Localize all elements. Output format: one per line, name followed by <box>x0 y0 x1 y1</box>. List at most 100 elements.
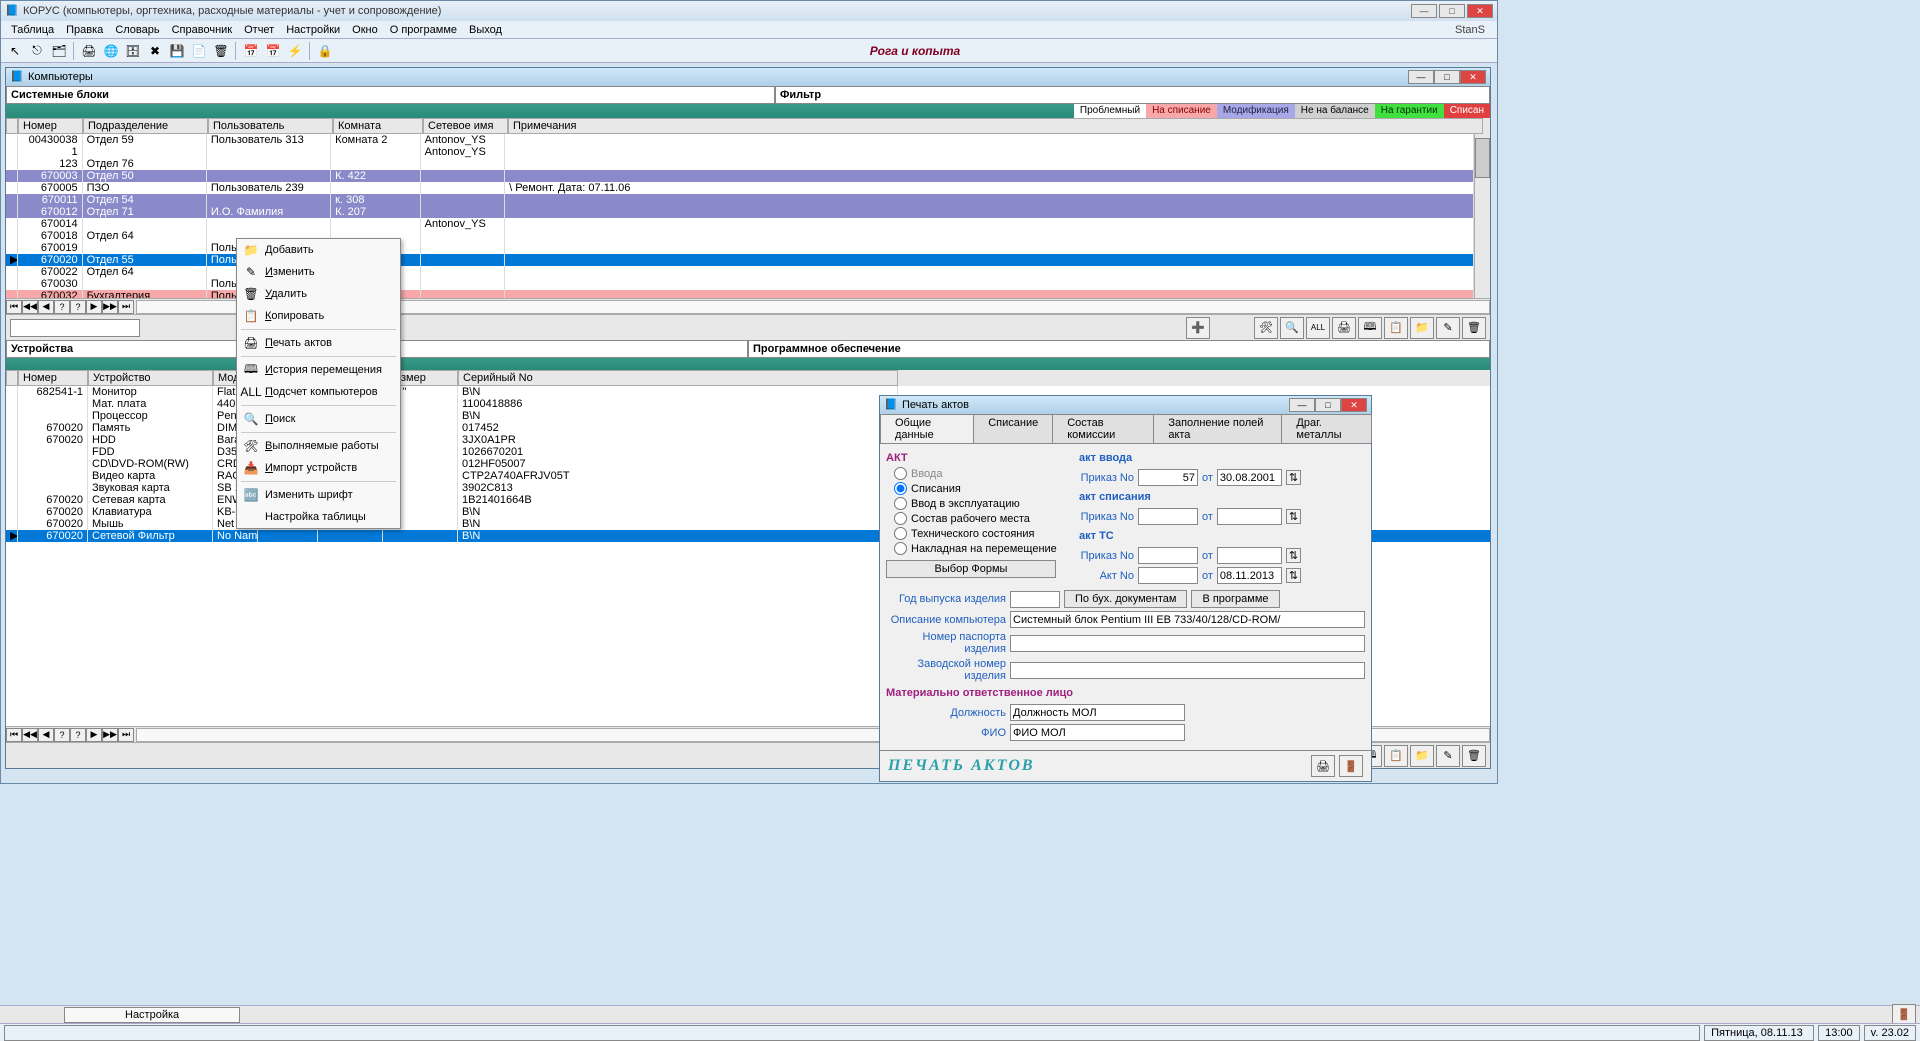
btn-delete-icon[interactable]: 🗑 <box>1462 317 1486 339</box>
dlg-exit-icon[interactable]: 🚪 <box>1339 755 1363 777</box>
ctx-Импорт устройств[interactable]: 📥Импорт устройств <box>237 457 400 479</box>
factory-input[interactable] <box>1010 662 1365 679</box>
nav2-prev[interactable]: ◀ <box>38 728 54 742</box>
btn2-delete-icon[interactable]: 🗑 <box>1462 745 1486 767</box>
fio-input[interactable] <box>1010 724 1185 741</box>
child-close-button[interactable]: ✕ <box>1460 70 1486 84</box>
btn2-edit-icon[interactable]: ✎ <box>1436 745 1460 767</box>
nav2-nextpage[interactable]: ▶▶ <box>102 728 118 742</box>
tb-cal1-icon[interactable]: 📅 <box>241 41 261 61</box>
radio-Технического состояния[interactable]: Технического состояния <box>886 526 1071 541</box>
tb-net2-icon[interactable]: 🗄 <box>123 41 143 61</box>
menu-reference[interactable]: Справочник <box>166 22 239 38</box>
grid1-body[interactable]: 00430038Отдел 59Пользователь 313Комната … <box>6 134 1474 298</box>
ctx-Поиск[interactable]: 🔍Поиск <box>237 408 400 430</box>
btn-edit-icon[interactable]: ✎ <box>1436 317 1460 339</box>
nav-next[interactable]: ▶ <box>86 300 102 314</box>
ctx-Подсчет компьютеров[interactable]: ALLПодсчет компьютеров <box>237 381 400 403</box>
nav2-first[interactable]: ⏮ <box>6 728 22 742</box>
ctx-Копировать[interactable]: 📋Копировать <box>237 305 400 327</box>
menu-settings[interactable]: Настройки <box>280 22 346 38</box>
nav-first[interactable]: ⏮ <box>6 300 22 314</box>
date-spinner-icon[interactable]: ⇅ <box>1286 470 1301 485</box>
btn-new-icon[interactable]: 📁 <box>1410 317 1434 339</box>
nav-q1[interactable]: ? <box>54 300 70 314</box>
tab-Общие данные[interactable]: Общие данные <box>880 414 974 443</box>
table-row[interactable]: 1Antonov_YS <box>6 146 1474 158</box>
year-input[interactable] <box>1010 591 1060 608</box>
dlg-print-icon[interactable]: 🖨 <box>1311 755 1335 777</box>
tab-Заполнение полей акта[interactable]: Заполнение полей акта <box>1153 414 1282 443</box>
ctx-Изменить[interactable]: ✎Изменить <box>237 261 400 283</box>
menu-table[interactable]: Таблица <box>5 22 60 38</box>
tb-tools-icon[interactable]: ✖ <box>145 41 165 61</box>
inprog-button[interactable]: В программе <box>1191 590 1279 608</box>
tab-Состав комиссии[interactable]: Состав комиссии <box>1052 414 1154 443</box>
prikaz-date-input[interactable] <box>1217 508 1282 525</box>
nav-q2[interactable]: ? <box>70 300 86 314</box>
pos-input[interactable] <box>1010 704 1185 721</box>
tb-net1-icon[interactable]: 🌐 <box>101 41 121 61</box>
child-min-button[interactable]: — <box>1408 70 1434 84</box>
nav2-last[interactable]: ⏭ <box>118 728 134 742</box>
col-Номер[interactable]: Номер <box>18 370 88 386</box>
table-row[interactable]: 670019Пользователь 310 <box>6 242 1474 254</box>
col-Комната[interactable]: Комната <box>333 118 423 134</box>
col-Примечания[interactable]: Примечания <box>508 118 1483 134</box>
radio-Ввода[interactable]: Ввода <box>886 466 1071 481</box>
tb-cards-icon[interactable]: 🗂 <box>49 41 69 61</box>
dlg-max-button[interactable]: □ <box>1315 398 1341 412</box>
table-row[interactable]: 123Отдел 76 <box>6 158 1474 170</box>
context-menu[interactable]: 📁Добавить✎Изменить🗑Удалить📋Копировать🖨Пе… <box>236 238 401 529</box>
table-row[interactable]: 00430038Отдел 59Пользователь 313Комната … <box>6 134 1474 146</box>
form-select-button[interactable]: Выбор Формы <box>886 560 1056 578</box>
table-row[interactable]: 670011Отдел 54к. 308 <box>6 194 1474 206</box>
table-row[interactable]: 670012Отдел 71И.О. ФамилияК. 207 <box>6 206 1474 218</box>
radio-Накладная на перемещение[interactable]: Накладная на перемещение <box>886 541 1071 556</box>
search-input[interactable] <box>10 319 140 337</box>
date-spinner-icon[interactable]: ⇅ <box>1286 548 1301 563</box>
menu-report[interactable]: Отчет <box>238 22 280 38</box>
table-row[interactable]: 670003Отдел 50К. 422 <box>6 170 1474 182</box>
col-Пользователь[interactable]: Пользователь <box>208 118 333 134</box>
tab-Списание[interactable]: Списание <box>973 414 1053 443</box>
ctx-Выполняемые работы[interactable]: 🛠Выполняемые работы <box>237 435 400 457</box>
nav-prevpage[interactable]: ◀◀ <box>22 300 38 314</box>
tb-cal2-icon[interactable]: 📅 <box>263 41 283 61</box>
table-row[interactable]: 670005ПЗОПользователь 239\ Ремонт. Дата:… <box>6 182 1474 194</box>
grid1-scrollbar[interactable] <box>1474 134 1490 298</box>
settings-button[interactable]: Настройка <box>64 1007 240 1023</box>
child-max-button[interactable]: □ <box>1434 70 1460 84</box>
menu-window[interactable]: Окно <box>346 22 384 38</box>
ctx-Удалить[interactable]: 🗑Удалить <box>237 283 400 305</box>
nav2-q2[interactable]: ? <box>70 728 86 742</box>
max-button[interactable]: □ <box>1439 4 1465 18</box>
min-button[interactable]: — <box>1411 4 1437 18</box>
akt-no-input[interactable] <box>1138 567 1198 584</box>
col-Серийный No[interactable]: Серийный No <box>458 370 898 386</box>
prikaz-no-input[interactable] <box>1138 547 1198 564</box>
nav2-prevpage[interactable]: ◀◀ <box>22 728 38 742</box>
tab-Драг. металлы[interactable]: Драг. металлы <box>1281 414 1372 443</box>
prikaz-date-input[interactable] <box>1217 547 1282 564</box>
tb-print-icon[interactable]: 🖨 <box>79 41 99 61</box>
nav-nextpage[interactable]: ▶▶ <box>102 300 118 314</box>
dlg-min-button[interactable]: — <box>1289 398 1315 412</box>
nav-last[interactable]: ⏭ <box>118 300 134 314</box>
radio-Состав рабочего места[interactable]: Состав рабочего места <box>886 511 1071 526</box>
akt-date-input[interactable] <box>1217 567 1282 584</box>
date-spinner-icon[interactable]: ⇅ <box>1286 509 1301 524</box>
ctx-Настройка таблицы[interactable]: Настройка таблицы <box>237 506 400 528</box>
tb-trash-icon[interactable]: 🗑 <box>211 41 231 61</box>
tb-branch-icon[interactable]: ⎋ <box>27 41 47 61</box>
prikaz-no-input[interactable] <box>1138 508 1198 525</box>
col-Подразделение[interactable]: Подразделение <box>83 118 208 134</box>
tb-lightning-icon[interactable]: ⚡ <box>285 41 305 61</box>
tb-lock-icon[interactable]: 🔒 <box>315 41 335 61</box>
tb-disk-icon[interactable]: 💾 <box>167 41 187 61</box>
col-Номер[interactable]: Номер <box>18 118 83 134</box>
col-Сетевое имя[interactable]: Сетевое имя <box>423 118 508 134</box>
radio-Списания[interactable]: Списания <box>886 481 1071 496</box>
date-spinner-icon[interactable]: ⇅ <box>1286 568 1301 583</box>
close-button[interactable]: ✕ <box>1467 4 1493 18</box>
